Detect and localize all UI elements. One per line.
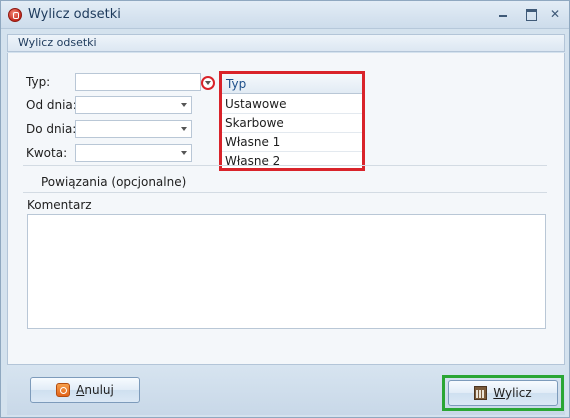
kwota-label: Kwota: [26, 146, 68, 160]
dropdown-item-skarbowe[interactable]: Skarbowe [222, 114, 362, 133]
tab-strip: Wylicz odsetki [7, 34, 565, 52]
separator [23, 165, 547, 166]
kwota-input[interactable] [75, 144, 192, 162]
cancel-button[interactable]: Anuluj [30, 377, 140, 403]
separator [23, 192, 547, 193]
dropdown-item-wlasne-1[interactable]: Własne 1 [222, 133, 362, 152]
od-dnia-input[interactable] [75, 96, 192, 114]
maximize-button[interactable] [523, 7, 539, 21]
cancel-icon [56, 383, 71, 397]
do-dnia-input[interactable] [75, 120, 192, 138]
dropdown-item-wlasne-2[interactable]: Własne 2 [222, 152, 362, 171]
chevron-down-icon[interactable] [181, 151, 187, 155]
od-dnia-label: Od dnia: [26, 98, 77, 112]
do-dnia-label: Do dnia: [26, 122, 77, 136]
chevron-down-icon[interactable] [181, 103, 187, 107]
tab-wylicz-odsetki[interactable]: Wylicz odsetki [18, 36, 97, 49]
calculator-icon [474, 386, 488, 400]
typ-label: Typ: [26, 75, 51, 89]
typ-dropdown-button[interactable] [201, 76, 215, 90]
typ-dropdown-list: Typ Ustawowe Skarbowe Własne 1 Własne 2 [219, 71, 365, 171]
dropdown-header: Typ [222, 74, 362, 94]
calculate-button[interactable]: Wylicz [448, 380, 558, 406]
close-button[interactable]: ✕ [547, 7, 563, 21]
calculate-button-label: Wylicz [493, 386, 532, 400]
minimize-button[interactable] [495, 7, 511, 21]
powiazania-label[interactable]: Powiązania (opcjonalne) [41, 175, 186, 189]
komentarz-label: Komentarz [27, 198, 92, 212]
typ-input[interactable] [75, 73, 201, 91]
dialog-window: Wylicz odsetki ✕ Wylicz odsetki Typ: Od … [0, 0, 570, 418]
komentarz-textarea[interactable] [27, 214, 546, 329]
title-bar[interactable]: Wylicz odsetki ✕ [1, 1, 569, 29]
window-title: Wylicz odsetki [28, 7, 121, 22]
cancel-button-label: Anuluj [76, 383, 114, 397]
chevron-down-icon [205, 81, 211, 85]
chevron-down-icon[interactable] [181, 127, 187, 131]
dropdown-item-ustawowe[interactable]: Ustawowe [222, 95, 362, 114]
app-icon [8, 8, 22, 22]
